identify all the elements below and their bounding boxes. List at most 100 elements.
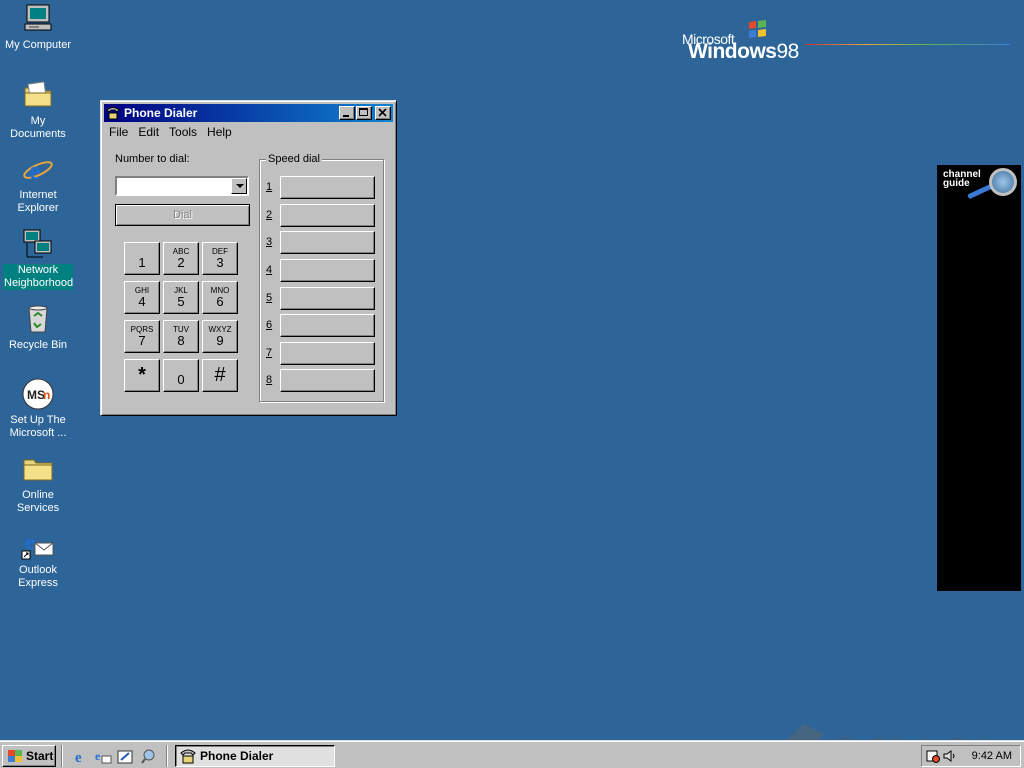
speed-dial-row: 6: [266, 314, 378, 338]
speed-dial-row: 1: [266, 176, 378, 200]
speed-dial-row: 5: [266, 287, 378, 311]
msn-icon: MS n: [21, 377, 55, 411]
svg-text:n: n: [43, 388, 50, 402]
desktop-icon-label: My Documents: [10, 115, 66, 140]
speed-dial-5-button[interactable]: [280, 287, 375, 310]
speed-dial-group: Speed dial 1 2 3 4 5 6 7 8: [259, 153, 384, 402]
documents-folder-icon: [21, 78, 55, 112]
dial-button[interactable]: Dial: [115, 204, 250, 226]
quicklaunch-channels-icon[interactable]: [140, 748, 157, 765]
desktop-icon-outlook-express[interactable]: e Outlook Express: [2, 527, 74, 590]
key-1[interactable]: 1: [124, 242, 160, 275]
title-bar[interactable]: Phone Dialer: [104, 104, 393, 122]
desktop-icon-network-neighborhood[interactable]: Network Neighborhood: [2, 227, 74, 290]
close-icon: [378, 108, 387, 117]
desktop-icon-label: My Computer: [4, 39, 72, 51]
desktop-icon-my-computer[interactable]: My Computer: [2, 2, 74, 52]
number-to-dial-label: Number to dial:: [115, 153, 190, 165]
windows-flag-icon: [7, 749, 23, 763]
menu-file[interactable]: File: [104, 125, 133, 139]
taskbar-separator: [61, 745, 63, 767]
speed-dial-7-button[interactable]: [280, 342, 375, 365]
desktop-icon-recycle-bin[interactable]: Recycle Bin: [2, 302, 74, 352]
desktop-icon-label: Online Services: [16, 489, 60, 514]
desktop-icon-label: Outlook Express: [18, 564, 58, 589]
speed-dial-row: 3: [266, 231, 378, 255]
key-hash[interactable]: #: [202, 359, 238, 392]
logo-windows-text: Windows98: [688, 40, 799, 63]
speed-dial-2-button[interactable]: [280, 204, 375, 227]
maximize-button[interactable]: [356, 106, 372, 120]
key-0[interactable]: 0: [163, 359, 199, 392]
start-button[interactable]: Start: [2, 745, 56, 767]
desktop-icon-label: Network Neighborhood: [3, 264, 74, 290]
channel-guide-label[interactable]: channel guide: [943, 170, 981, 189]
key-star[interactable]: *: [124, 359, 160, 392]
quicklaunch-outlook-icon[interactable]: e: [95, 748, 112, 765]
key-5[interactable]: JKL 5: [163, 281, 199, 314]
network-neighborhood-icon: [21, 227, 55, 261]
svg-text:e: e: [29, 156, 41, 185]
menu-help[interactable]: Help: [202, 125, 237, 139]
key-4[interactable]: GHI 4: [124, 281, 160, 314]
desktop-icon-msn-setup[interactable]: MS n Set Up The Microsoft ...: [2, 377, 74, 440]
minimize-button[interactable]: [339, 106, 355, 120]
key-6[interactable]: MNO 6: [202, 281, 238, 314]
minimize-icon: [343, 115, 349, 117]
phone-dialer-icon: [180, 748, 196, 764]
speed-dial-4-button[interactable]: [280, 259, 375, 282]
speed-dial-row: 8: [266, 369, 378, 393]
svg-text:e: e: [25, 529, 35, 554]
menu-tools[interactable]: Tools: [164, 125, 202, 139]
speed-dial-3-button[interactable]: [280, 231, 375, 254]
quicklaunch-show-desktop-icon[interactable]: [117, 748, 134, 765]
desktop-icon-label: Internet Explorer: [17, 189, 59, 214]
volume-icon[interactable]: [942, 749, 956, 763]
phone-dialer-icon: [106, 106, 120, 120]
speed-dial-row: 4: [266, 259, 378, 283]
channel-bar[interactable]: channel guide: [937, 165, 1021, 591]
taskbar-separator: [166, 745, 168, 767]
scheduler-icon[interactable]: [926, 749, 940, 763]
speed-dial-1-button[interactable]: [280, 176, 375, 199]
speed-dial-label: Speed dial: [266, 153, 322, 165]
svg-text:e: e: [75, 750, 82, 765]
quicklaunch-ie-icon[interactable]: e: [72, 748, 89, 766]
speed-dial-row: 7: [266, 342, 378, 366]
desktop-icon-my-documents[interactable]: My Documents: [2, 78, 74, 141]
speed-dial-8-button[interactable]: [280, 369, 375, 392]
taskbar: Start e e Phone Dialer 9:42 AM: [0, 740, 1024, 768]
desktop-icon-label: Set Up The Microsoft ...: [9, 414, 67, 439]
key-8[interactable]: TUV 8: [163, 320, 199, 353]
key-3[interactable]: DEF 3: [202, 242, 238, 275]
close-button[interactable]: [375, 106, 391, 120]
folder-icon: [21, 452, 55, 486]
windows98-logo: Microsoft Windows98: [680, 18, 1015, 68]
desktop-icon-label: Recycle Bin: [8, 339, 68, 351]
key-2[interactable]: ABC 2: [163, 242, 199, 275]
my-computer-icon: [21, 2, 55, 36]
task-label: Phone Dialer: [200, 749, 274, 763]
logo-rule: [805, 44, 1010, 45]
outlook-express-icon: e: [21, 527, 55, 561]
start-label: Start: [26, 749, 54, 763]
key-7[interactable]: PQRS 7: [124, 320, 160, 353]
number-to-dial-combobox[interactable]: [115, 176, 249, 196]
speed-dial-6-button[interactable]: [280, 314, 375, 337]
clock[interactable]: 9:42 AM: [972, 750, 1012, 762]
magnifier-icon: [989, 168, 1017, 196]
key-9[interactable]: WXYZ 9: [202, 320, 238, 353]
menu-bar: File Edit Tools Help: [104, 123, 393, 141]
svg-text:e: e: [95, 749, 101, 763]
desktop-icon-online-services[interactable]: Online Services: [2, 452, 74, 515]
recycle-bin-icon: [21, 302, 55, 336]
window-title: Phone Dialer: [124, 106, 198, 120]
maximize-icon: [359, 108, 368, 116]
desktop-icon-internet-explorer[interactable]: e Internet Explorer: [2, 152, 74, 215]
taskbar-phone-dialer-button[interactable]: Phone Dialer: [175, 745, 335, 767]
phone-dialer-window: Phone Dialer File Edit Tools Help Number…: [100, 100, 397, 416]
system-tray: 9:42 AM: [921, 745, 1021, 767]
windows-flag-icon: [749, 20, 766, 38]
dropdown-arrow-button[interactable]: [231, 178, 247, 194]
menu-edit[interactable]: Edit: [133, 125, 164, 139]
